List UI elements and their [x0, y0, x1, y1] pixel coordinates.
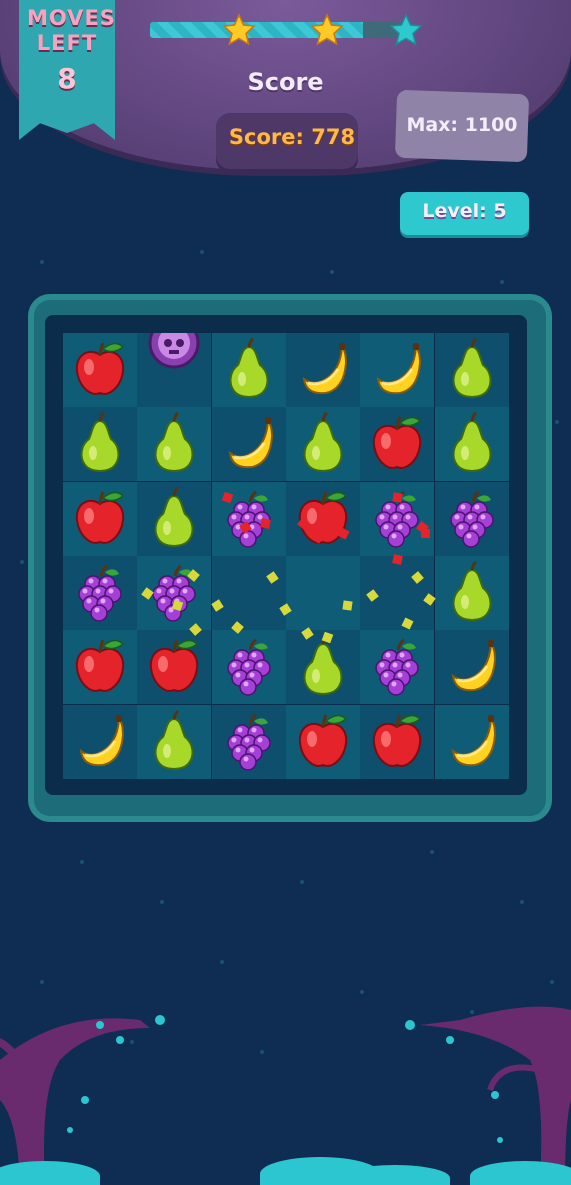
skull-icon[interactable]	[137, 333, 211, 407]
sparkle-dot	[500, 280, 504, 284]
sparkle-dot	[20, 560, 24, 564]
apple-icon[interactable]	[360, 407, 434, 481]
apple-icon[interactable]	[63, 482, 137, 556]
board-cell-2-3[interactable]	[285, 481, 360, 556]
moves-left-label: MOVES LEFT	[27, 6, 116, 55]
pear-icon[interactable]	[63, 407, 137, 481]
sparkle-dot	[260, 1050, 264, 1054]
board-cell-1-3[interactable]	[285, 407, 360, 482]
grape-icon[interactable]	[212, 705, 286, 779]
pear-icon[interactable]	[435, 333, 509, 407]
star-earned-icon	[222, 13, 256, 46]
star-earned-icon	[310, 13, 344, 46]
score-value: Score: 778	[228, 125, 356, 149]
grass-right	[470, 1161, 571, 1185]
board-cell-0-2[interactable]	[211, 333, 286, 407]
pear-icon[interactable]	[137, 482, 211, 556]
pear-icon[interactable]	[286, 630, 360, 704]
board-cell-3-2[interactable]	[211, 555, 286, 630]
level-label: Level: 5	[422, 200, 507, 222]
sparkle-dot	[80, 860, 84, 864]
grape-icon[interactable]	[212, 482, 286, 556]
board-cell-4-3[interactable]	[285, 630, 360, 705]
board-cell-0-4[interactable]	[360, 333, 435, 407]
match-particle	[420, 528, 431, 539]
board-cell-0-3[interactable]	[285, 333, 360, 407]
pear-icon[interactable]	[212, 333, 286, 407]
board-cell-0-1[interactable]	[137, 333, 212, 407]
board-cell-4-4[interactable]	[360, 630, 435, 705]
grape-icon[interactable]	[360, 630, 434, 704]
match-particle	[342, 600, 353, 611]
sparkle-dot	[160, 900, 164, 904]
board-cell-5-2[interactable]	[211, 704, 286, 779]
apple-icon[interactable]	[286, 705, 360, 779]
right-tree-decoration	[405, 1006, 571, 1185]
max-score-value: Max: 1100	[406, 114, 518, 136]
board-cell-4-5[interactable]	[434, 630, 509, 705]
sparkle-dot	[40, 980, 44, 984]
board-cell-4-1[interactable]	[137, 630, 212, 705]
board-cell-1-4[interactable]	[360, 407, 435, 482]
match-particle	[392, 554, 403, 565]
sparkle-dot	[360, 990, 364, 994]
grape-icon[interactable]	[435, 482, 509, 556]
board-cell-3-0[interactable]	[63, 555, 137, 630]
match-particle	[392, 492, 403, 503]
banana-icon[interactable]	[435, 630, 509, 704]
banana-icon[interactable]	[435, 705, 509, 779]
pear-icon[interactable]	[286, 407, 360, 481]
board-cell-1-5[interactable]	[434, 407, 509, 482]
sparkle-dot	[430, 850, 434, 854]
board-cell-5-5[interactable]	[434, 704, 509, 779]
apple-icon[interactable]	[137, 630, 211, 704]
sparkle-dot	[40, 260, 44, 264]
board-cell-2-1[interactable]	[137, 481, 212, 556]
board-cell-2-0[interactable]	[63, 481, 137, 556]
board-cell-1-2[interactable]	[211, 407, 286, 482]
game-board[interactable]	[63, 333, 509, 779]
board-cell-3-3[interactable]	[285, 555, 360, 630]
banana-icon[interactable]	[286, 333, 360, 407]
apple-icon[interactable]	[63, 630, 137, 704]
star-empty-icon	[389, 13, 423, 46]
board-cell-5-0[interactable]	[63, 704, 137, 779]
board-cell-0-0[interactable]	[63, 333, 137, 407]
apple-icon[interactable]	[360, 705, 434, 779]
board-cell-1-0[interactable]	[63, 407, 137, 482]
match-particle	[260, 518, 271, 529]
board-cell-1-1[interactable]	[137, 407, 212, 482]
pear-icon[interactable]	[435, 556, 509, 630]
score-progress-bar	[150, 22, 410, 38]
sparkle-dot	[550, 980, 554, 984]
game-screen: MOVES LEFT 8 Score Score: 778 Max: 1100 …	[0, 0, 571, 1185]
left-tree-decoration	[0, 1015, 165, 1185]
apple-icon[interactable]	[286, 482, 360, 556]
board-cell-2-2[interactable]	[211, 481, 286, 556]
board-cell-3-5[interactable]	[434, 555, 509, 630]
pear-icon[interactable]	[137, 705, 211, 779]
board-cell-5-3[interactable]	[285, 704, 360, 779]
sparkle-dot	[520, 900, 524, 904]
pear-icon[interactable]	[435, 407, 509, 481]
sparkle-dot	[330, 270, 334, 274]
banana-icon[interactable]	[360, 333, 434, 407]
grape-icon[interactable]	[212, 630, 286, 704]
board-cell-4-2[interactable]	[211, 630, 286, 705]
banana-icon[interactable]	[63, 705, 137, 779]
pear-icon[interactable]	[137, 407, 211, 481]
board-cell-0-5[interactable]	[434, 333, 509, 407]
sparkle-dot	[300, 880, 304, 884]
sparkle-dot	[555, 420, 559, 424]
grape-icon[interactable]	[63, 556, 137, 630]
sparkle-dot	[220, 960, 224, 964]
apple-icon[interactable]	[63, 333, 137, 407]
grass-center-right	[340, 1165, 450, 1185]
banana-icon[interactable]	[212, 407, 286, 481]
sparkle-dot	[200, 250, 204, 254]
board-cell-2-5[interactable]	[434, 481, 509, 556]
board-cell-5-1[interactable]	[137, 704, 212, 779]
board-cell-4-0[interactable]	[63, 630, 137, 705]
board-cell-5-4[interactable]	[360, 704, 435, 779]
